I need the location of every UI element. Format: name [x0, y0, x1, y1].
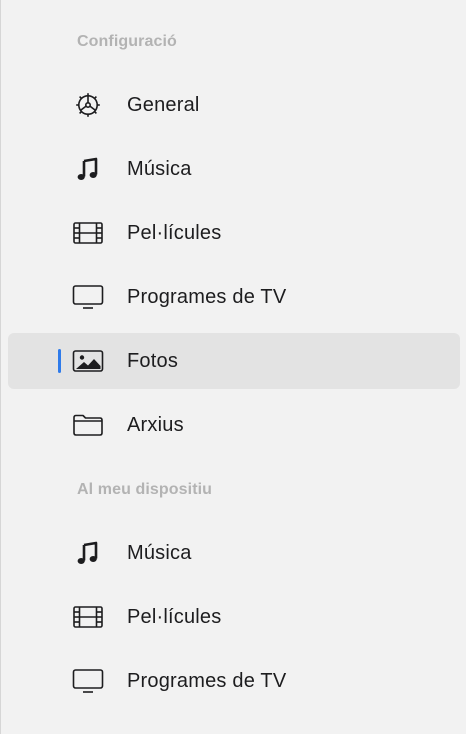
- music-note-icon: [72, 539, 104, 567]
- sidebar-item-arxius[interactable]: Arxius: [8, 397, 460, 453]
- sidebar-item-label: Programes de TV: [127, 286, 287, 308]
- sidebar-item-device-programes-de-tv[interactable]: Programes de TV: [8, 653, 460, 709]
- sidebar-item-programes-de-tv[interactable]: Programes de TV: [8, 269, 460, 325]
- tv-icon: [72, 667, 104, 695]
- gear-icon: [72, 91, 104, 119]
- sidebar-item-label: Programes de TV: [127, 670, 287, 692]
- music-note-icon: [72, 155, 104, 183]
- sidebar-item-label: Arxius: [127, 414, 184, 436]
- photo-icon: [72, 347, 104, 375]
- sidebar-item-label: Pel·lícules: [127, 222, 222, 244]
- sidebar-item-label: Fotos: [127, 350, 179, 372]
- sidebar-item-general[interactable]: General: [8, 77, 460, 133]
- sidebar-item-musica[interactable]: Música: [8, 141, 460, 197]
- sidebar-item-device-pellicules[interactable]: Pel·lícules: [8, 589, 460, 645]
- sidebar-item-pellicules[interactable]: Pel·lícules: [8, 205, 460, 261]
- sidebar-item-label: General: [127, 94, 200, 116]
- sidebar-item-fotos[interactable]: Fotos: [8, 333, 460, 389]
- folder-icon: [72, 411, 104, 439]
- sidebar: Configuració General Música Pel·lícules …: [0, 0, 466, 734]
- sidebar-item-label: Música: [127, 542, 192, 564]
- selection-indicator: [58, 349, 61, 373]
- film-icon: [72, 603, 104, 631]
- sidebar-item-device-musica[interactable]: Música: [8, 525, 460, 581]
- section-header-configuracio: Configuració: [77, 33, 177, 50]
- sidebar-item-label: Música: [127, 158, 192, 180]
- sidebar-item-label: Pel·lícules: [127, 606, 222, 628]
- section-header-al-meu-dispositiu: Al meu dispositiu: [77, 481, 213, 498]
- film-icon: [72, 219, 104, 247]
- tv-icon: [72, 283, 104, 311]
